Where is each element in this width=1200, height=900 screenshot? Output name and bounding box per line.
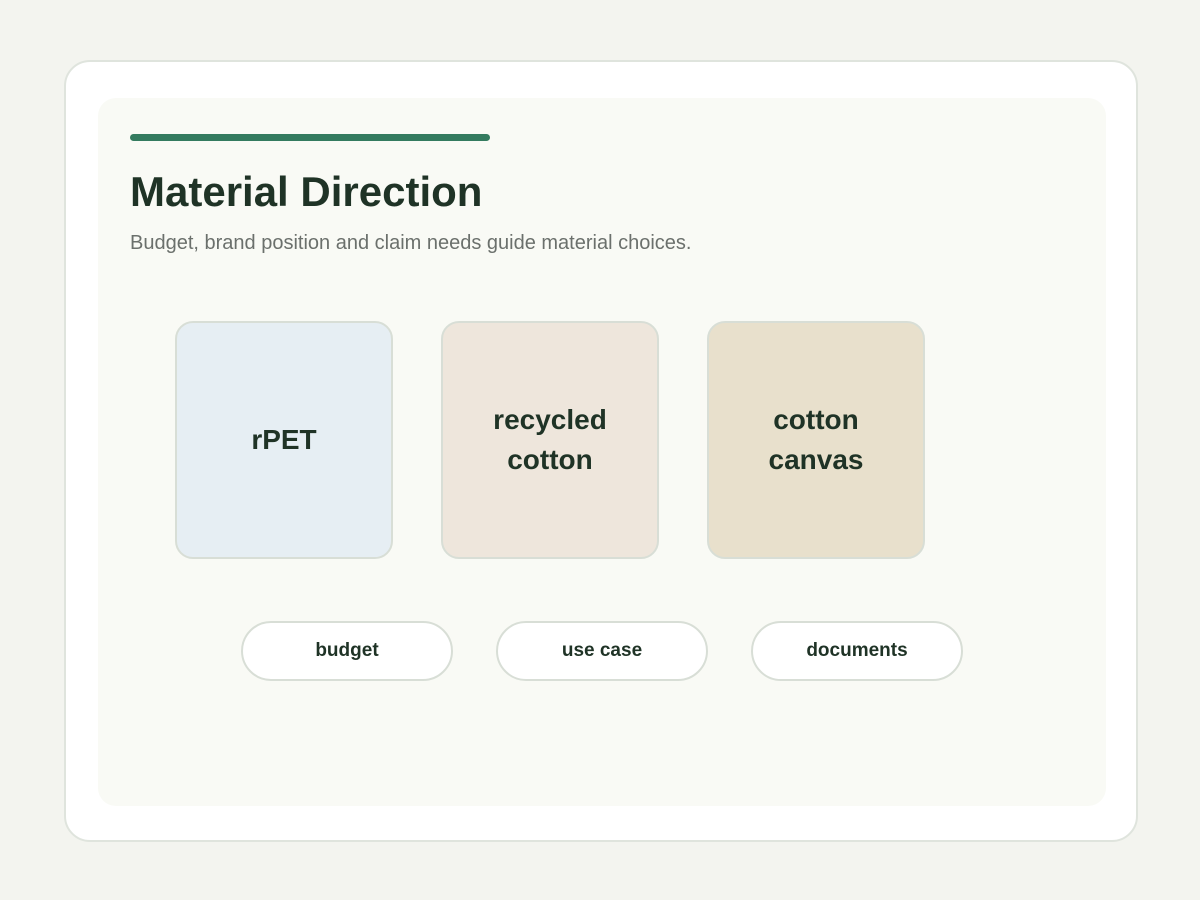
material-card-label: cotton canvas (768, 404, 864, 475)
documents-pill-button[interactable]: documents (751, 621, 963, 681)
material-card-label: rPET (251, 424, 317, 455)
content-panel: Material Direction Budget, brand positio… (98, 98, 1106, 806)
accent-bar (130, 134, 490, 141)
budget-pill-button[interactable]: budget (241, 621, 453, 681)
use-case-pill-button[interactable]: use case (496, 621, 708, 681)
page-subtitle: Budget, brand position and claim needs g… (130, 232, 692, 254)
material-card-rpet[interactable]: rPET (175, 321, 393, 559)
material-card-cotton-canvas[interactable]: cotton canvas (707, 321, 925, 559)
slide-frame: Material Direction Budget, brand positio… (64, 60, 1138, 842)
material-card-label: recycled cotton (493, 404, 607, 475)
page-title: Material Direction (130, 168, 483, 215)
material-card-recycled-cotton[interactable]: recycled cotton (441, 321, 659, 559)
